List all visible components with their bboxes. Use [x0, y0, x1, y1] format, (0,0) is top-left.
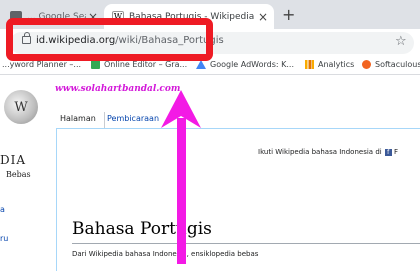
up-arrow-annotation	[161, 90, 201, 264]
arrow-shaft	[177, 118, 186, 264]
